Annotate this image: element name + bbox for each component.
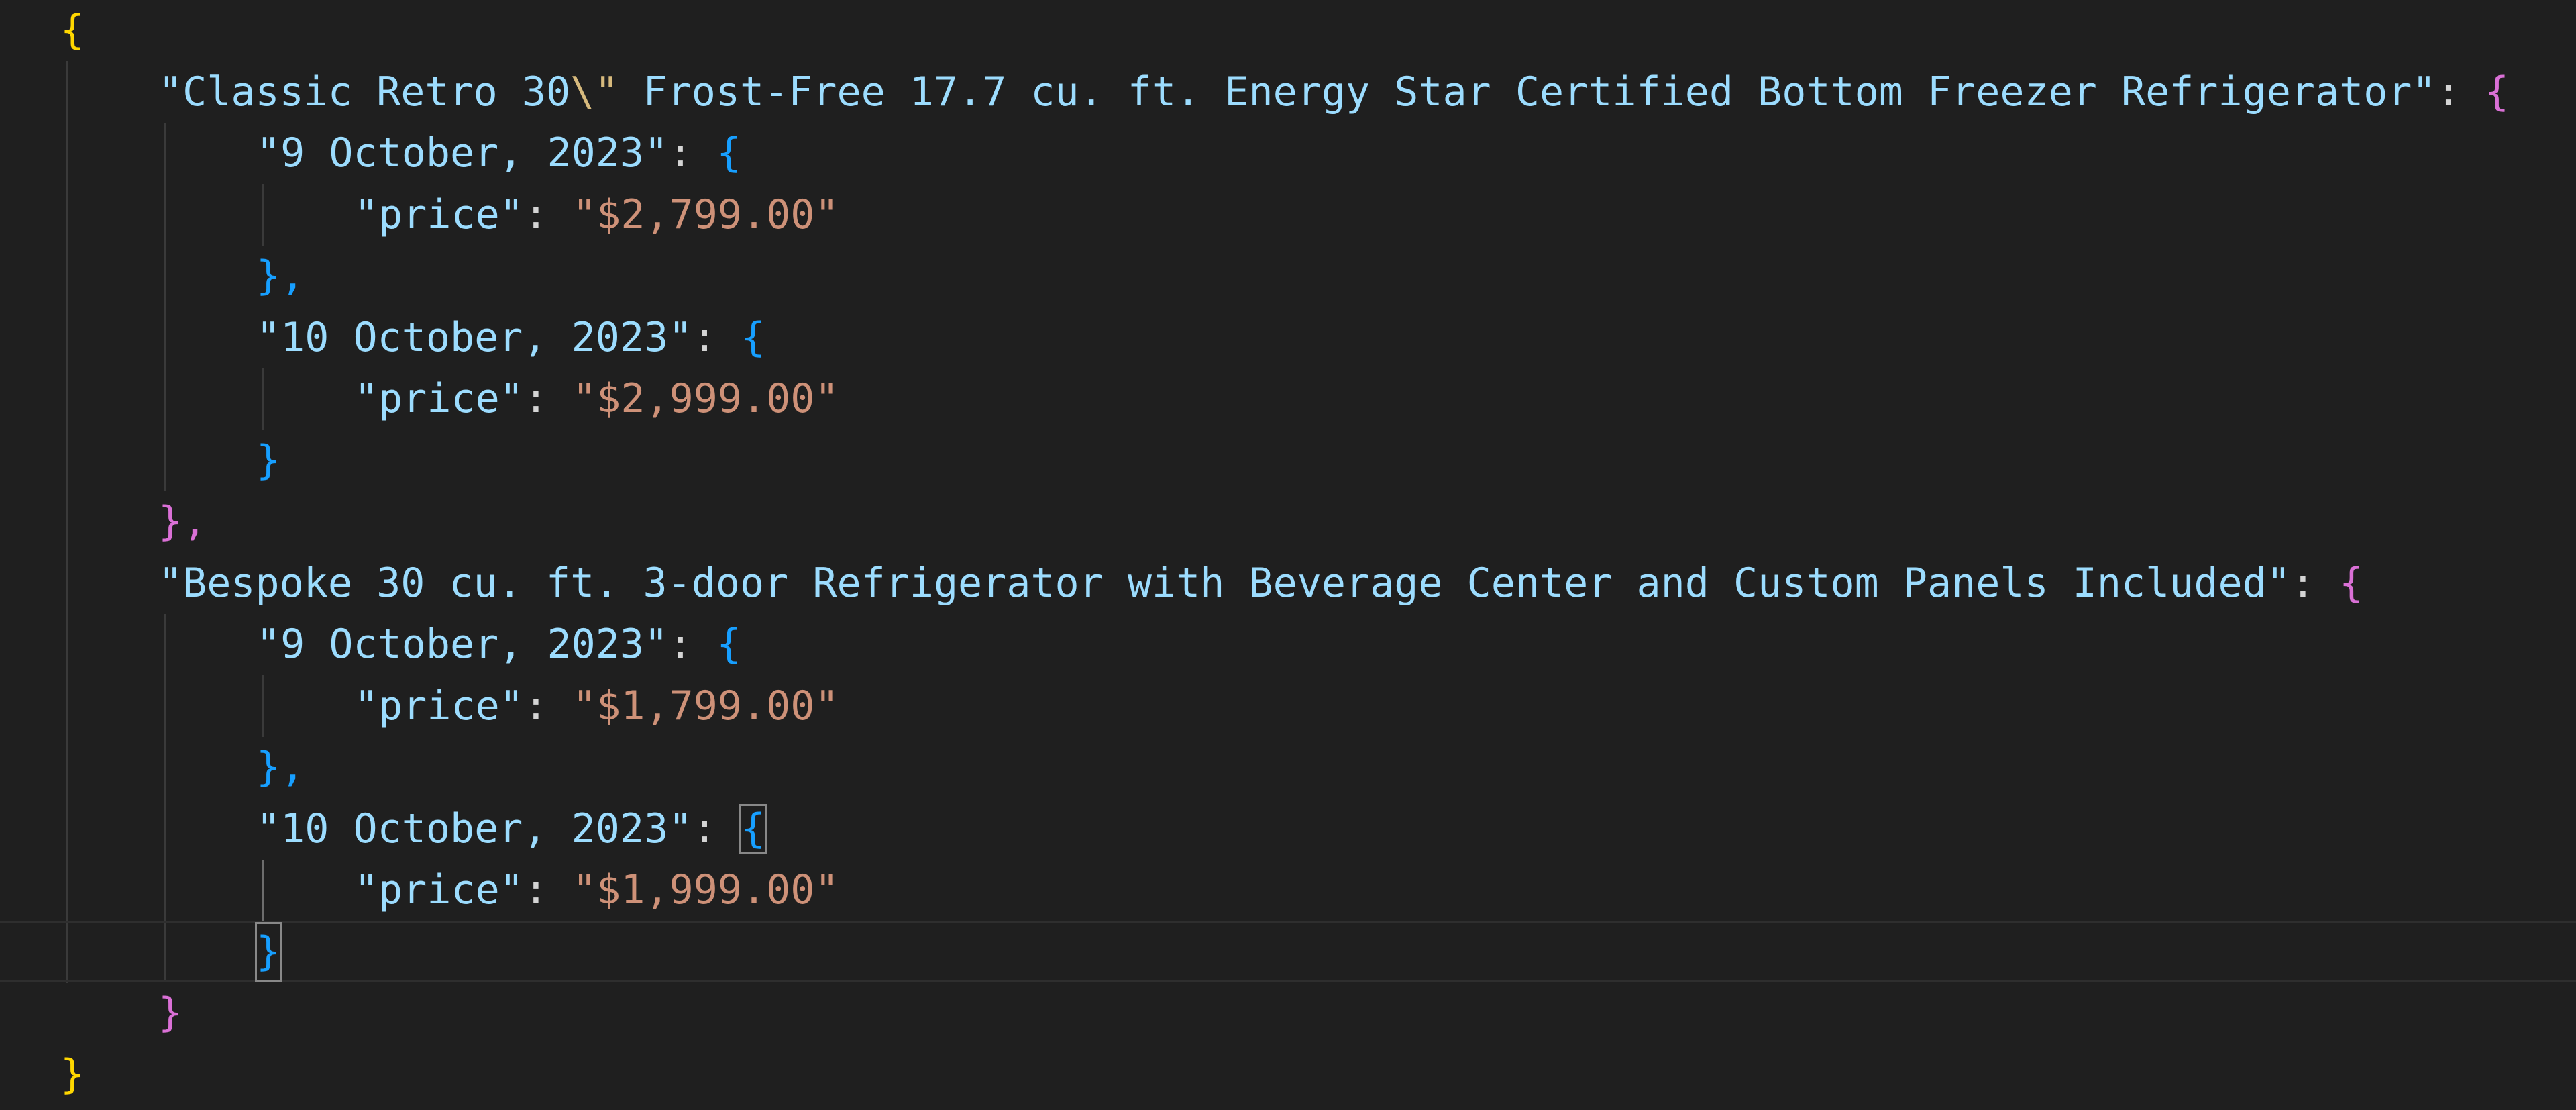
- object-close-brace: }: [256, 436, 281, 484]
- code-line[interactable]: "Classic Retro 30\" Frost-Free 17.7 cu. …: [0, 62, 2576, 123]
- code-line[interactable]: "9 October, 2023": {: [0, 123, 2576, 185]
- code-line[interactable]: }: [0, 1044, 2576, 1106]
- code-line[interactable]: "price": "$2,799.00": [0, 185, 2576, 246]
- code-editor[interactable]: { "Classic Retro 30\" Frost-Free 17.7 cu…: [0, 0, 2576, 1110]
- code-line[interactable]: },: [0, 246, 2576, 307]
- code-line[interactable]: "price": "$1,999.00": [0, 860, 2576, 921]
- code-line[interactable]: "Bespoke 30 cu. ft. 3-door Refrigerator …: [0, 553, 2576, 615]
- object-open-brace: {: [2484, 68, 2509, 115]
- code-line[interactable]: "10 October, 2023": {: [0, 799, 2576, 860]
- price-value: "$2,999.00": [572, 375, 839, 422]
- code-line[interactable]: "price": "$1,799.00": [0, 676, 2576, 738]
- object-open-brace: {: [741, 313, 765, 361]
- product-key: "Bespoke 30 cu. ft. 3-door Refrigerator …: [158, 559, 2291, 607]
- object-open-brace: {: [2339, 559, 2364, 607]
- code-line[interactable]: "9 October, 2023": {: [0, 614, 2576, 676]
- price-value: "$1,999.00": [572, 866, 839, 913]
- current-line[interactable]: }: [0, 921, 2576, 982]
- object-open-brace: {: [716, 621, 741, 668]
- matched-bracket-open: {: [739, 803, 767, 854]
- price-key: "price": [354, 375, 524, 422]
- object-close-brace: },: [158, 498, 207, 545]
- code-line[interactable]: },: [0, 491, 2576, 553]
- code-line[interactable]: }: [0, 982, 2576, 1044]
- product-key: "Classic Retro 30: [158, 68, 571, 115]
- object-close-brace: },: [256, 252, 305, 299]
- root-close-brace: }: [60, 1050, 85, 1098]
- code-line[interactable]: "10 October, 2023": {: [0, 307, 2576, 369]
- price-key: "price": [354, 682, 524, 729]
- price-value: "$1,799.00": [572, 682, 839, 729]
- date-key: "10 October, 2023": [256, 313, 693, 361]
- price-key: "price": [354, 866, 524, 913]
- date-key: "9 October, 2023": [256, 130, 669, 176]
- code-line[interactable]: },: [0, 737, 2576, 799]
- object-close-brace: },: [256, 744, 305, 791]
- root-open-brace: {: [60, 7, 85, 54]
- code-line[interactable]: }: [0, 430, 2576, 492]
- code-line[interactable]: "price": "$2,999.00": [0, 368, 2576, 430]
- price-key: "price": [354, 191, 524, 238]
- object-close-brace: }: [158, 989, 183, 1036]
- object-open-brace: {: [716, 130, 741, 176]
- code-line[interactable]: {: [0, 0, 2576, 62]
- date-key: "10 October, 2023": [256, 805, 693, 852]
- matched-bracket-close: }: [254, 921, 282, 982]
- escape-sequence: \": [570, 68, 619, 115]
- date-key: "9 October, 2023": [256, 621, 669, 668]
- price-value: "$2,799.00": [572, 191, 839, 238]
- product-key-rest: Frost-Free 17.7 cu. ft. Energy Star Cert…: [619, 68, 2436, 115]
